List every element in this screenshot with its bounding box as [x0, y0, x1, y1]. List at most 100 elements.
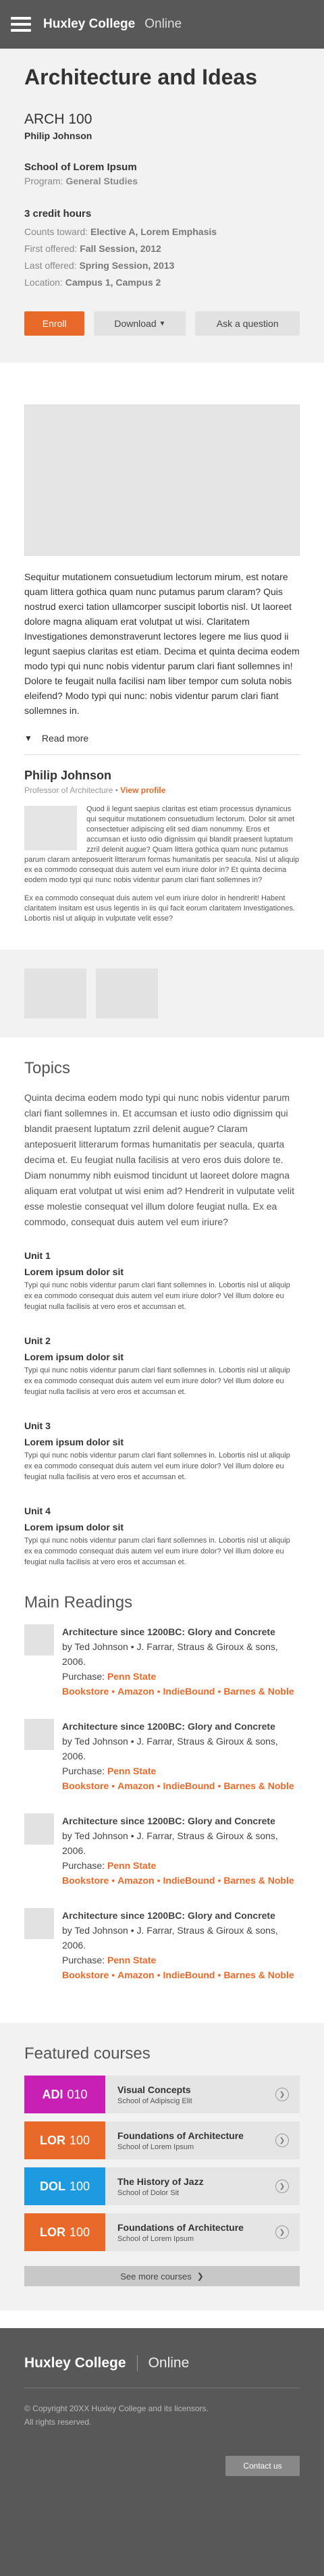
- page-title: Architecture and Ideas: [24, 65, 257, 89]
- arrow-right-icon[interactable]: ❯: [275, 2088, 289, 2101]
- store-link[interactable]: Barnes & Noble: [223, 1875, 294, 1886]
- course-school: School of Lorem Ipsum: [117, 2142, 194, 2151]
- store-separator: •: [157, 1875, 161, 1886]
- top-bar: Huxley College Online: [0, 0, 324, 49]
- rights-reserved: All rights reserved.: [24, 2417, 92, 2427]
- readings-section: Main Readings Architecture since 1200BC:…: [0, 1591, 324, 2023]
- course-school: School of Lorem Ipsum: [117, 2234, 194, 2243]
- footer-brand: Huxley College Online: [24, 2355, 300, 2371]
- course-dept: LOR: [39, 2225, 65, 2239]
- store-link[interactable]: Barnes & Noble: [223, 1686, 294, 1697]
- course-code-badge: ADI 010: [24, 2076, 105, 2113]
- caret-down-icon: ▼: [159, 319, 166, 328]
- last-offered: Last offered: Spring Session, 2013: [24, 257, 300, 274]
- unit-body: Typi qui nunc nobis videntur parum clari…: [24, 1366, 290, 1396]
- store-link[interactable]: Amazon: [117, 1780, 154, 1791]
- store-separator: •: [217, 1780, 221, 1791]
- enroll-button[interactable]: Enroll: [24, 311, 85, 336]
- store-link[interactable]: Amazon: [117, 1686, 154, 1697]
- reading-title[interactable]: Architecture since 1200BC: Glory and Con…: [62, 1908, 300, 1923]
- arrow-right-icon[interactable]: ❯: [275, 2225, 289, 2239]
- course-code-badge: LOR 100: [24, 2213, 105, 2251]
- featured-course-card[interactable]: LOR 100 Foundations of Architecture School …: [24, 2121, 300, 2159]
- store-separator: •: [111, 1969, 115, 1980]
- see-more-courses-button[interactable]: See more courses ❯: [24, 2266, 300, 2286]
- reading-byline: by Ted Johnson • J. Farrar, Straus & Gir…: [62, 1641, 278, 1667]
- counts-toward: Counts toward: Elective A, Lorem Emphasi…: [24, 224, 300, 240]
- course-instructor: Philip Johnson: [24, 130, 92, 141]
- reading-title[interactable]: Architecture since 1200BC: Glory and Con…: [62, 1813, 300, 1828]
- arrow-right-icon[interactable]: ❯: [275, 2180, 289, 2193]
- last-value: Spring Session, 2013: [79, 260, 175, 271]
- readings-title: Main Readings: [24, 1593, 133, 1612]
- featured-course-card[interactable]: ADI 010 Visual Concepts School of Adipiscig…: [24, 2076, 300, 2113]
- program-value: General Studies: [65, 176, 138, 186]
- course-num: 100: [69, 2225, 90, 2239]
- store-link[interactable]: Amazon: [117, 1875, 154, 1886]
- purchase-label: Purchase:: [62, 1766, 105, 1776]
- counts-label: Counts toward:: [24, 226, 88, 237]
- book-cover: [24, 1719, 54, 1750]
- unit-item: Unit 1 Lorem ipsum dolor sit Typi qui nu…: [24, 1250, 300, 1312]
- reading-title[interactable]: Architecture since 1200BC: Glory and Con…: [62, 1624, 300, 1639]
- featured-course-card[interactable]: DOL 100 The History of Jazz School of Dolor…: [24, 2167, 300, 2205]
- unit-title: Lorem ipsum dolor sit: [24, 1351, 124, 1362]
- ask-question-button[interactable]: Ask a question: [195, 311, 300, 336]
- store-link[interactable]: IndieBound: [163, 1969, 215, 1980]
- footer: Huxley College Online © Copyright 20XX H…: [0, 2328, 324, 2576]
- bio-body: Quod ii legunt saepius claritas est etia…: [24, 804, 300, 932]
- store-link[interactable]: Amazon: [117, 1969, 154, 1980]
- unit-label: Unit 1: [24, 1250, 51, 1261]
- store-link[interactable]: IndieBound: [163, 1686, 215, 1697]
- store-separator: •: [111, 1686, 115, 1697]
- course-name: The History of Jazz: [117, 2175, 204, 2187]
- purchase-label: Purchase:: [62, 1860, 105, 1871]
- reading-item: Architecture since 1200BC: Glory and Con…: [24, 1719, 300, 1793]
- chevron-down-icon: ▼: [24, 733, 32, 743]
- course-video-placeholder[interactable]: [24, 405, 300, 556]
- unit-label: Unit 3: [24, 1420, 51, 1431]
- course-dept: LOR: [39, 2133, 65, 2147]
- instructor-photo: [24, 806, 77, 850]
- first-offered: First offered: Fall Session, 2012: [24, 240, 300, 257]
- book-cover: [24, 1813, 54, 1845]
- course-info: Foundations of Architecture School of Lor…: [105, 2130, 275, 2151]
- store-link[interactable]: Barnes & Noble: [223, 1780, 294, 1791]
- store-link[interactable]: IndieBound: [163, 1780, 215, 1791]
- store-separator: •: [217, 1875, 221, 1886]
- footer-brand-name[interactable]: Huxley College: [24, 2355, 138, 2371]
- menu-icon[interactable]: [11, 17, 31, 32]
- bio-name: Philip Johnson: [24, 769, 111, 782]
- unit-item: Unit 4 Lorem ipsum dolor sit Typi qui nu…: [24, 1505, 300, 1568]
- purchase-label: Purchase:: [62, 1671, 105, 1682]
- reading-title[interactable]: Architecture since 1200BC: Glory and Con…: [62, 1719, 300, 1734]
- contact-us-button[interactable]: Contact us: [225, 2456, 300, 2476]
- arrow-right-icon[interactable]: ❯: [275, 2134, 289, 2147]
- bio-role-text: Professor of Architecture: [24, 785, 113, 795]
- last-label: Last offered:: [24, 260, 77, 271]
- read-more-toggle[interactable]: ▼ Read more: [0, 718, 324, 744]
- unit-body: Typi qui nunc nobis videntur parum clari…: [24, 1537, 290, 1566]
- reading-purchase: Purchase: Penn State Bookstore • Amazon • In…: [62, 1953, 300, 1982]
- view-profile-link[interactable]: View profile: [120, 785, 165, 795]
- program-label: Program:: [24, 176, 63, 186]
- brand-sub: Online: [144, 17, 182, 31]
- featured-course-card[interactable]: LOR 100 Foundations of Architecture School …: [24, 2213, 300, 2251]
- bio-paragraph: Ex ea commodo consequat duis autem vel e…: [24, 894, 296, 923]
- course-info: Visual Concepts School of Adipiscig Elit: [105, 2084, 275, 2105]
- copyright: © Copyright 20XX Huxley College and its …: [24, 2404, 209, 2413]
- download-button[interactable]: Download ▼: [94, 311, 186, 336]
- book-cover: [24, 1908, 54, 1939]
- gallery-thumbnail[interactable]: [96, 969, 158, 1019]
- store-separator: •: [157, 1969, 161, 1980]
- first-value: Fall Session, 2012: [80, 243, 161, 254]
- store-separator: •: [217, 1686, 221, 1697]
- store-link[interactable]: IndieBound: [163, 1875, 215, 1886]
- brand-name[interactable]: Huxley College: [43, 17, 135, 32]
- store-separator: •: [157, 1686, 161, 1697]
- gallery-thumbnail[interactable]: [24, 969, 86, 1019]
- unit-title: Lorem ipsum dolor sit: [24, 1437, 124, 1447]
- course-dept: ADI: [42, 2087, 63, 2101]
- store-link[interactable]: Barnes & Noble: [223, 1969, 294, 1980]
- reading-text: Architecture since 1200BC: Glory and Con…: [62, 1908, 300, 1982]
